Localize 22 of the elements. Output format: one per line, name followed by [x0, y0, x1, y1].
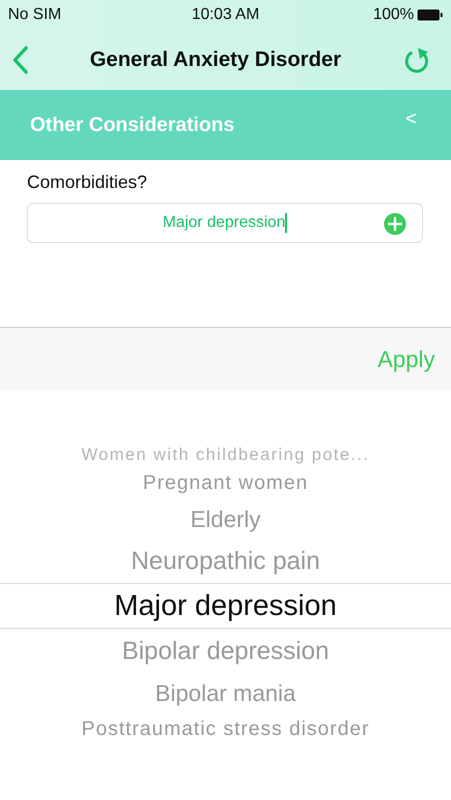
section-title: Other Considerations	[30, 114, 234, 136]
picker-option[interactable]: Bipolar depression	[122, 636, 330, 666]
clock: 10:03 AM	[192, 6, 260, 24]
battery-percent: 100%	[373, 6, 414, 24]
picker-option[interactable]: Major depression	[114, 590, 337, 622]
screen-title: General Anxiety Disorder	[90, 48, 342, 72]
carrier: No SIM	[8, 6, 62, 24]
picker-option[interactable]: Neuropathic pain	[130, 546, 320, 576]
question-label: Comorbidities?	[27, 172, 148, 193]
back-icon[interactable]	[12, 46, 28, 74]
picker-option[interactable]: Pregnant women	[142, 472, 308, 494]
picker-option[interactable]: Posttraumatic stress disorder	[82, 718, 370, 740]
section-header[interactable]: Other Considerations <	[0, 90, 451, 160]
picker-option[interactable]: Elderly	[190, 506, 261, 532]
apply-button[interactable]: Apply	[373, 342, 439, 376]
add-icon[interactable]	[384, 213, 406, 235]
refresh-icon[interactable]	[402, 45, 431, 75]
battery-icon	[417, 9, 443, 21]
input-field[interactable]: Major depression	[27, 203, 423, 243]
picker-option[interactable]: Women with childbearing pote...	[81, 444, 370, 464]
picker-option[interactable]: Bipolar mania	[155, 680, 296, 706]
collapse-toggle[interactable]: <	[405, 108, 417, 131]
